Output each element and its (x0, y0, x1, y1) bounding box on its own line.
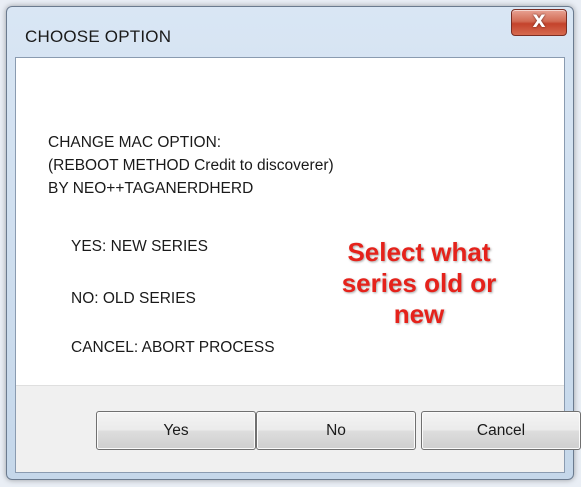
message-line-author: BY NEO++TAGANERDHERD (48, 180, 254, 197)
close-icon: X (532, 12, 546, 32)
choose-option-dialog: CHOOSE OPTION X CHANGE MAC OPTION: (REBO… (6, 6, 581, 480)
no-button[interactable]: No (256, 411, 416, 450)
cancel-button[interactable]: Cancel (421, 411, 581, 450)
red-annotation: Select what series old or new (304, 237, 534, 330)
message-line-title: CHANGE MAC OPTION: (48, 134, 222, 151)
option-cancel-text: CANCEL: ABORT PROCESS (71, 339, 275, 356)
window-title: CHOOSE OPTION (25, 27, 172, 46)
annotation-line-3: new (393, 299, 445, 329)
close-button[interactable]: X (511, 9, 567, 36)
annotation-line-2: series old or (341, 268, 497, 298)
dialog-content: CHANGE MAC OPTION: (REBOOT METHOD Credit… (15, 57, 581, 473)
title-bar[interactable]: CHOOSE OPTION X (7, 7, 573, 57)
option-yes-text: YES: NEW SERIES (71, 238, 208, 255)
message-line-method: (REBOOT METHOD Credit to discoverer) (48, 157, 334, 174)
annotation-line-1: Select what (347, 237, 491, 267)
yes-button[interactable]: Yes (96, 411, 256, 450)
button-bar: Yes No Cancel (16, 385, 581, 472)
option-no-text: NO: OLD SERIES (71, 290, 196, 307)
message-text: CHANGE MAC OPTION: (REBOOT METHOD Credit… (48, 131, 334, 200)
